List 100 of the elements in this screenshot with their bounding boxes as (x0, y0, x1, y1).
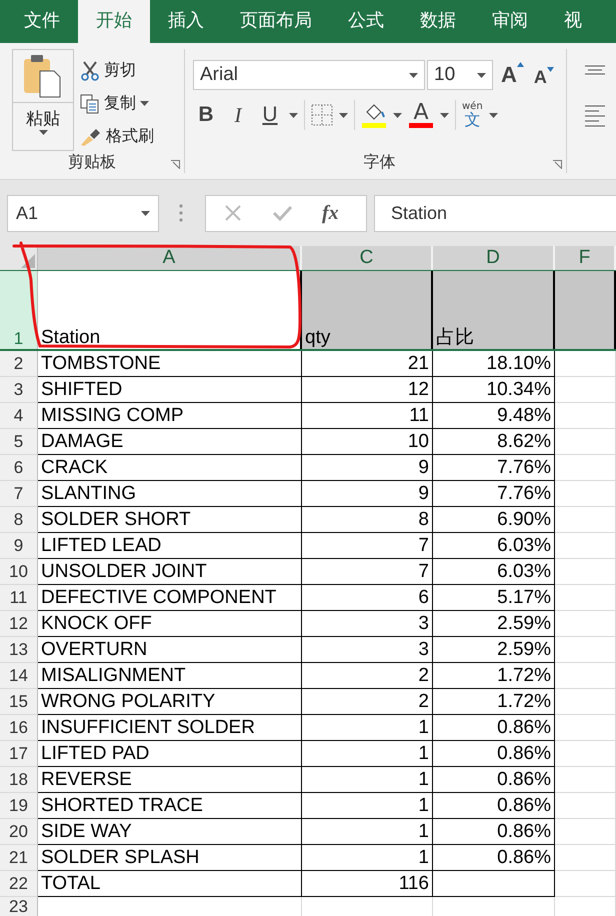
ribbon-tab[interactable]: 数据 (402, 0, 474, 43)
row-header[interactable]: 2 (0, 351, 38, 377)
row-header[interactable]: 3 (0, 377, 38, 403)
table-cell: 2.59% (433, 637, 555, 663)
phonetic-guide-button[interactable]: wén 文 (462, 102, 483, 128)
dropdown-caret-icon[interactable] (488, 112, 498, 118)
row-header[interactable]: 7 (0, 481, 38, 507)
table-cell: SHORTED TRACE (38, 793, 302, 819)
column-header[interactable]: D (433, 246, 555, 270)
column-header[interactable]: A (38, 246, 302, 270)
row-header[interactable]: 17 (0, 741, 38, 767)
grow-font-button[interactable]: A (501, 62, 524, 88)
empty-cell (555, 611, 616, 637)
table-cell: DAMAGE (38, 429, 302, 455)
dropdown-caret-icon[interactable] (38, 130, 48, 135)
align-left-icon[interactable] (583, 105, 607, 127)
row-header[interactable]: 13 (0, 637, 38, 663)
row-header[interactable]: 12 (0, 611, 38, 637)
row-header[interactable]: 22 (0, 871, 38, 897)
dialog-launcher-icon[interactable] (553, 160, 562, 169)
table-cell: 18.10% (433, 351, 555, 377)
dropdown-caret-icon[interactable] (289, 112, 298, 118)
dropdown-caret-icon[interactable] (141, 210, 150, 216)
ribbon-tab[interactable]: 开始 (78, 0, 150, 43)
table-cell: WRONG POLARITY (38, 689, 302, 715)
row-header[interactable]: 14 (0, 663, 38, 689)
shrink-font-button[interactable]: A (534, 66, 554, 88)
insert-function-button[interactable]: fx (322, 202, 339, 224)
table-cell: 11 (302, 403, 433, 429)
table-cell: 1 (302, 793, 433, 819)
row-header[interactable]: 16 (0, 715, 38, 741)
row-header[interactable]: 8 (0, 507, 38, 533)
table-cell: 116 (302, 871, 433, 897)
dropdown-caret-icon[interactable] (440, 112, 449, 118)
paste-button[interactable]: 粘贴 (12, 49, 74, 151)
underline-button[interactable]: U (257, 103, 283, 127)
column-header[interactable]: F (555, 246, 616, 270)
row-header[interactable]: 18 (0, 767, 38, 793)
formula-field[interactable]: Station (374, 194, 616, 232)
dropdown-caret-icon[interactable] (409, 72, 418, 78)
table-cell: DEFECTIVE COMPONENT (38, 585, 302, 611)
table-cell: 3 (302, 637, 433, 663)
bold-button[interactable]: B (193, 103, 219, 127)
borders-icon[interactable] (311, 104, 333, 126)
row-header[interactable]: 10 (0, 559, 38, 585)
row-header[interactable]: 21 (0, 845, 38, 871)
table-cell: 10.34% (433, 377, 555, 403)
font-color-button[interactable]: A (408, 102, 434, 128)
column-header[interactable]: C (302, 246, 433, 270)
row-header[interactable]: 23 (0, 897, 38, 916)
empty-cell (555, 455, 616, 481)
triangle-down-icon (546, 66, 554, 72)
ribbon-tab[interactable]: 文件 (6, 0, 78, 43)
row-header[interactable]: 9 (0, 533, 38, 559)
format-painter-button[interactable]: 格式刷 (80, 123, 154, 150)
row-header[interactable]: 4 (0, 403, 38, 429)
ribbon-tab[interactable]: 公式 (330, 0, 402, 43)
empty-cell (555, 845, 616, 871)
row-header[interactable]: 20 (0, 819, 38, 845)
empty-cell (555, 689, 616, 715)
empty-cell (555, 793, 616, 819)
ribbon-tab[interactable]: 插入 (150, 0, 222, 43)
table-cell: 7 (302, 559, 433, 585)
dialog-launcher-icon[interactable] (171, 160, 180, 169)
ribbon-tab[interactable]: 审阅 (474, 0, 546, 43)
row-header[interactable]: 1 (0, 271, 38, 349)
row-header[interactable]: 15 (0, 689, 38, 715)
copy-icon (80, 94, 100, 114)
empty-cell (555, 637, 616, 663)
table-cell: LIFTED PAD (38, 741, 302, 767)
dropdown-caret-icon[interactable] (477, 72, 486, 78)
cut-button[interactable]: 剪切 (80, 57, 154, 84)
row-header[interactable]: 6 (0, 455, 38, 481)
table-cell: UNSOLDER JOINT (38, 559, 302, 585)
align-top-icon[interactable] (583, 65, 607, 75)
row-header[interactable]: 19 (0, 793, 38, 819)
paintbrush-icon (80, 126, 102, 146)
font-size-field[interactable]: 10 (427, 60, 493, 90)
table-cell: MISALIGNMENT (38, 663, 302, 689)
fill-color-icon[interactable] (361, 102, 387, 128)
font-name-field[interactable]: Arial (193, 60, 425, 90)
table-cell: 21 (302, 351, 433, 377)
ribbon-tab[interactable]: 页面布局 (222, 0, 330, 43)
table-cell: 0.86% (433, 819, 555, 845)
table-cell: 12 (302, 377, 433, 403)
row-header[interactable]: 5 (0, 429, 38, 455)
row-header[interactable]: 11 (0, 585, 38, 611)
dropdown-caret-icon[interactable] (393, 112, 402, 118)
corner-triangle-icon (21, 254, 35, 268)
copy-button[interactable]: 复制 (80, 90, 154, 117)
table-cell: 10 (302, 429, 433, 455)
name-box[interactable]: A1 (7, 194, 159, 232)
drag-handle-icon[interactable] (179, 204, 183, 222)
table-cell: 3 (302, 611, 433, 637)
empty-cell (555, 429, 616, 455)
ribbon-tab[interactable]: 视 (546, 0, 600, 43)
dropdown-caret-icon[interactable] (339, 112, 348, 118)
check-icon[interactable] (272, 205, 292, 221)
dropdown-caret-icon[interactable] (140, 101, 149, 106)
italic-button[interactable]: I (225, 102, 251, 128)
